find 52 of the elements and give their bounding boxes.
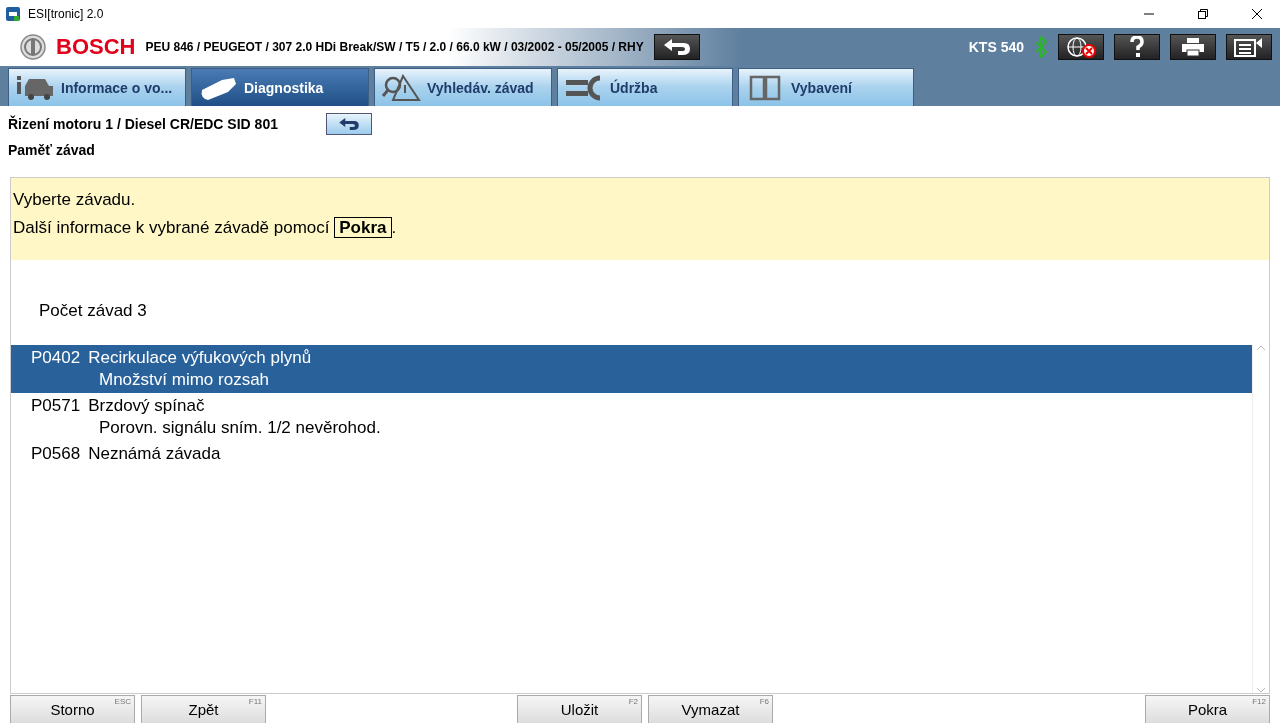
control-unit-title: Řizení motoru 1 / Diesel CR/EDC SID 801 <box>8 116 278 132</box>
tab[interactable]: Informace o vo... <box>8 68 186 106</box>
back-button[interactable] <box>325 113 372 135</box>
list-button[interactable] <box>1226 34 1272 60</box>
footer-button[interactable]: Uložit F2 <box>517 695 642 723</box>
tab[interactable]: Údržba <box>557 68 733 106</box>
vehicle-info: PEU 846 / PEUGEOT / 307 2.0 HDi Break/SW / T5 / 2.0 / 66.0 kW / 03/2002 - 05/2005 / RHY <box>145 40 644 54</box>
app-icon <box>6 7 20 21</box>
fault-count: Počet závad 3 <box>38 300 148 322</box>
fault-code: P0571 <box>31 395 81 417</box>
print-button[interactable] <box>1170 34 1216 60</box>
bosch-logo-icon <box>20 34 46 60</box>
shortcut-key-label: ESC <box>114 697 131 706</box>
tab[interactable]: Vybavení <box>738 68 914 106</box>
punctuation-text: . <box>391 218 397 237</box>
section-title: Paměť závad <box>7 141 96 158</box>
fault-row[interactable]: P0402 Recirkulace výfukových plynů Množství mimo rozsah <box>11 345 1252 393</box>
help-icon <box>1129 36 1145 58</box>
shortcut-key-label: F6 <box>759 697 769 706</box>
shortcut-key-label: F2 <box>628 697 638 706</box>
fault-code: P0568 <box>31 443 81 465</box>
fault-code: P0402 <box>31 347 81 369</box>
fault-name: Recirkulace výfukových plynů <box>88 347 312 369</box>
window-title: ESI[tronic] 2.0 <box>28 7 105 21</box>
back-button[interactable] <box>653 34 700 60</box>
footer-button[interactable]: Pokra F12 <box>1145 695 1270 723</box>
fault-detail: Množství mimo rozsah <box>98 369 271 391</box>
tab[interactable]: Vyhledáv. závad <box>374 68 552 106</box>
fault-row[interactable]: P0571 Brzdový spínač Porovn. signálu sním. 1/2 nevěrohod. <box>11 393 1252 441</box>
instruction-text: Další informace k vybrané závadě pomocí <box>13 218 331 237</box>
printer-icon <box>1181 37 1205 57</box>
network-button[interactable] <box>1058 34 1104 60</box>
brand-name: BOSCH <box>56 34 136 60</box>
car-info-icon <box>15 73 55 102</box>
tab[interactable]: Diagnostika <box>191 68 369 106</box>
footer-button[interactable]: Vymazat F6 <box>648 695 773 723</box>
globe-offline-icon <box>1065 36 1097 58</box>
search-warning-icon <box>381 73 421 102</box>
list-icon <box>1234 37 1264 57</box>
shortcut-key-label: F12 <box>1252 697 1266 706</box>
shortcut-key-label: F11 <box>248 697 262 706</box>
instruction-text: Vyberte závadu. <box>13 189 137 211</box>
bluetooth-icon <box>1034 36 1048 58</box>
footer-button[interactable]: Zpět F11 <box>141 695 266 723</box>
fault-detail: Porovn. signálu sním. 1/2 nevěrohod. <box>98 417 382 439</box>
fault-row[interactable]: P0568 Neznámá závada <box>11 441 1252 467</box>
help-button[interactable] <box>1114 34 1160 60</box>
device-name: KTS 540 <box>968 39 1024 55</box>
fault-name: Neznámá závada <box>88 443 221 465</box>
key-label: Pokra <box>334 217 392 238</box>
footer-button[interactable]: Storno ESC <box>10 695 135 723</box>
fault-name: Brzdový spínač <box>88 395 205 417</box>
